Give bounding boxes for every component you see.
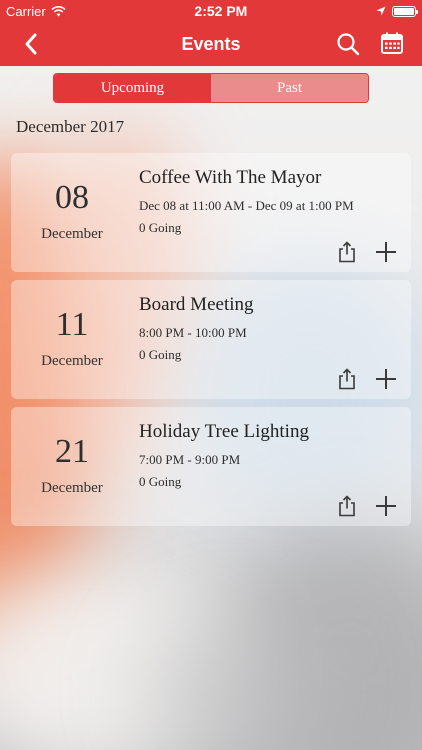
event-title: Holiday Tree Lighting [139, 421, 309, 442]
wifi-icon [51, 5, 66, 16]
event-day: 21 [55, 433, 89, 470]
event-month: December [41, 353, 103, 369]
event-month: December [41, 480, 103, 496]
add-icon[interactable] [375, 495, 397, 517]
event-time: Dec 08 at 11:00 AM - Dec 09 at 1:00 PM [139, 198, 354, 213]
event-title: Coffee With The Mayor [139, 167, 322, 188]
event-date: 11 December [11, 280, 133, 399]
event-card[interactable]: 08 December Coffee With The Mayor Dec 08… [11, 153, 411, 272]
segment-past[interactable]: Past [211, 74, 368, 102]
clock: 2:52 PM [194, 3, 248, 19]
carrier-label: Carrier [6, 3, 46, 19]
upcoming-past-segmented-control: Upcoming Past [53, 73, 369, 103]
event-date: 21 December [11, 407, 133, 526]
segment-upcoming[interactable]: Upcoming [54, 74, 211, 102]
event-going-count: 0 Going [139, 347, 182, 362]
event-time: 8:00 PM - 10:00 PM [139, 325, 247, 340]
share-icon[interactable] [337, 495, 357, 517]
event-card[interactable]: 11 December Board Meeting 8:00 PM - 10:0… [11, 280, 411, 399]
event-list: 08 December Coffee With The Mayor Dec 08… [11, 153, 411, 534]
month-section-header: December 2017 [16, 117, 125, 136]
event-date: 08 December [11, 153, 133, 272]
navigation-bar: Events [0, 22, 422, 66]
event-time: 7:00 PM - 9:00 PM [139, 452, 241, 467]
event-month: December [41, 226, 103, 242]
event-going-count: 0 Going [139, 474, 182, 489]
event-title: Board Meeting [139, 294, 254, 315]
location-arrow-icon [376, 6, 386, 16]
event-day: 08 [55, 179, 89, 216]
event-card[interactable]: 21 December Holiday Tree Lighting 7:00 P… [11, 407, 411, 526]
search-icon[interactable] [336, 32, 360, 56]
back-chevron-icon[interactable] [20, 32, 44, 56]
share-icon[interactable] [337, 241, 357, 263]
calendar-icon[interactable] [380, 31, 404, 55]
share-icon[interactable] [337, 368, 357, 390]
add-icon[interactable] [375, 368, 397, 390]
event-going-count: 0 Going [139, 220, 182, 235]
add-icon[interactable] [375, 241, 397, 263]
event-day: 11 [55, 306, 89, 343]
status-bar: Carrier 2:52 PM [0, 0, 422, 22]
battery-icon [392, 5, 418, 17]
